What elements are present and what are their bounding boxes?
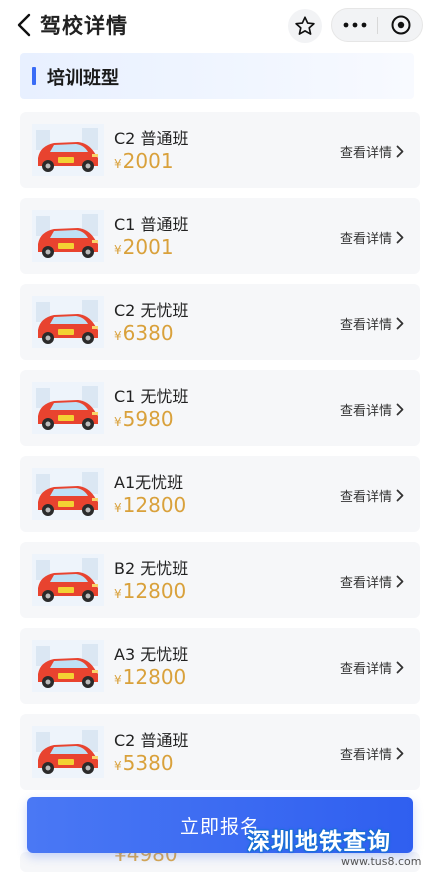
price-amount: 12800 [122,579,187,603]
more-icon [343,22,366,28]
car-thumbnail-icon [32,124,104,176]
course-price: ¥12800 [114,579,186,603]
view-details-link[interactable]: 查看详情 [340,314,404,333]
view-details-label: 查看详情 [339,232,392,247]
course-name: A3 无忧班 [114,645,189,664]
top-nav-bar: 驾校详情 [0,0,433,50]
watermark-url: www.tus8.com [341,855,422,868]
car-thumbnail-icon [32,726,104,778]
course-price: ¥12800 [114,493,186,517]
watermark-text: 深圳地铁查询 [247,829,391,855]
chevron-right-icon [396,489,404,502]
course-card[interactable]: B2 无忧班 ¥12800 查看详情 [20,542,420,618]
view-details-label: 查看详情 [339,404,392,419]
chevron-right-icon [396,575,404,588]
view-details-label: 查看详情 [339,490,392,505]
view-details-link[interactable]: 查看详情 [340,142,404,161]
course-card[interactable]: C1 普通班 ¥2001 查看详情 [20,198,420,274]
course-card[interactable]: C1 无忧班 ¥5980 查看详情 [20,370,420,446]
view-details-link[interactable]: 查看详情 [340,400,404,419]
chevron-right-icon [396,747,404,760]
chevron-right-icon [396,661,404,674]
currency-symbol: ¥ [114,329,122,343]
view-details-label: 查看详情 [339,662,392,677]
course-price: ¥5980 [114,407,174,431]
course-name: C1 普通班 [114,215,189,234]
favorite-button[interactable] [288,9,322,43]
star-icon [295,16,315,35]
section-header: 培训班型 [20,53,414,99]
price-amount: 2001 [122,149,174,173]
price-amount: 2001 [122,235,174,259]
chevron-right-icon [396,145,404,158]
target-icon [391,15,410,35]
currency-symbol: ¥ [114,157,122,171]
page-title: 驾校详情 [40,14,128,38]
course-price: ¥5380 [114,751,174,775]
section-accent-bar [32,67,36,85]
course-card[interactable]: C2 普通班 ¥5380 查看详情 [20,714,420,790]
car-thumbnail-icon [32,468,104,520]
course-price: ¥6380 [114,321,174,345]
view-details-label: 查看详情 [339,748,392,763]
mini-program-capsule [331,8,423,42]
watermark: 深圳地铁查询 www.tus8.com [247,822,433,869]
view-details-link[interactable]: 查看详情 [340,228,404,247]
car-thumbnail-icon [32,210,104,262]
course-name: C2 普通班 [114,129,189,148]
course-name: C2 无忧班 [114,301,189,320]
chevron-right-icon [396,231,404,244]
view-details-link[interactable]: 查看详情 [340,572,404,591]
car-thumbnail-icon [32,296,104,348]
view-details-label: 查看详情 [339,318,392,333]
chevron-right-icon [396,403,404,416]
view-details-link[interactable]: 查看详情 [340,486,404,505]
close-mini-program-button[interactable] [378,9,423,41]
car-thumbnail-icon [32,382,104,434]
currency-symbol: ¥ [114,587,122,601]
chevron-right-icon [396,317,404,330]
price-amount: 12800 [122,665,187,689]
view-details-link[interactable]: 查看详情 [340,658,404,677]
course-name: C1 无忧班 [114,387,189,406]
price-amount: 6380 [122,321,174,345]
view-details-label: 查看详情 [339,146,392,161]
currency-symbol: ¥ [114,501,122,515]
course-card[interactable]: A1无忧班 ¥12800 查看详情 [20,456,420,532]
section-title: 培训班型 [47,68,119,89]
chevron-left-icon [17,13,31,37]
currency-symbol: ¥ [114,673,122,687]
back-button[interactable] [14,12,36,38]
course-price: ¥2001 [114,149,174,173]
price-amount: 5380 [122,751,174,775]
course-price: ¥2001 [114,235,174,259]
currency-symbol: ¥ [114,759,122,773]
course-card[interactable]: C2 无忧班 ¥6380 查看详情 [20,284,420,360]
view-details-link[interactable]: 查看详情 [340,744,404,763]
currency-symbol: ¥ [114,415,122,429]
course-card[interactable]: A3 无忧班 ¥12800 查看详情 [20,628,420,704]
car-thumbnail-icon [32,640,104,692]
course-name: B2 无忧班 [114,559,189,578]
price-amount: 12800 [122,493,187,517]
course-name: C2 普通班 [114,731,189,750]
view-details-label: 查看详情 [339,576,392,591]
course-name: A1无忧班 [114,473,184,492]
more-button[interactable] [332,9,377,41]
course-price: ¥12800 [114,665,186,689]
car-thumbnail-icon [32,554,104,606]
course-card[interactable]: C2 普通班 ¥2001 查看详情 [20,112,420,188]
currency-symbol: ¥ [114,243,122,257]
price-amount: 5980 [122,407,174,431]
